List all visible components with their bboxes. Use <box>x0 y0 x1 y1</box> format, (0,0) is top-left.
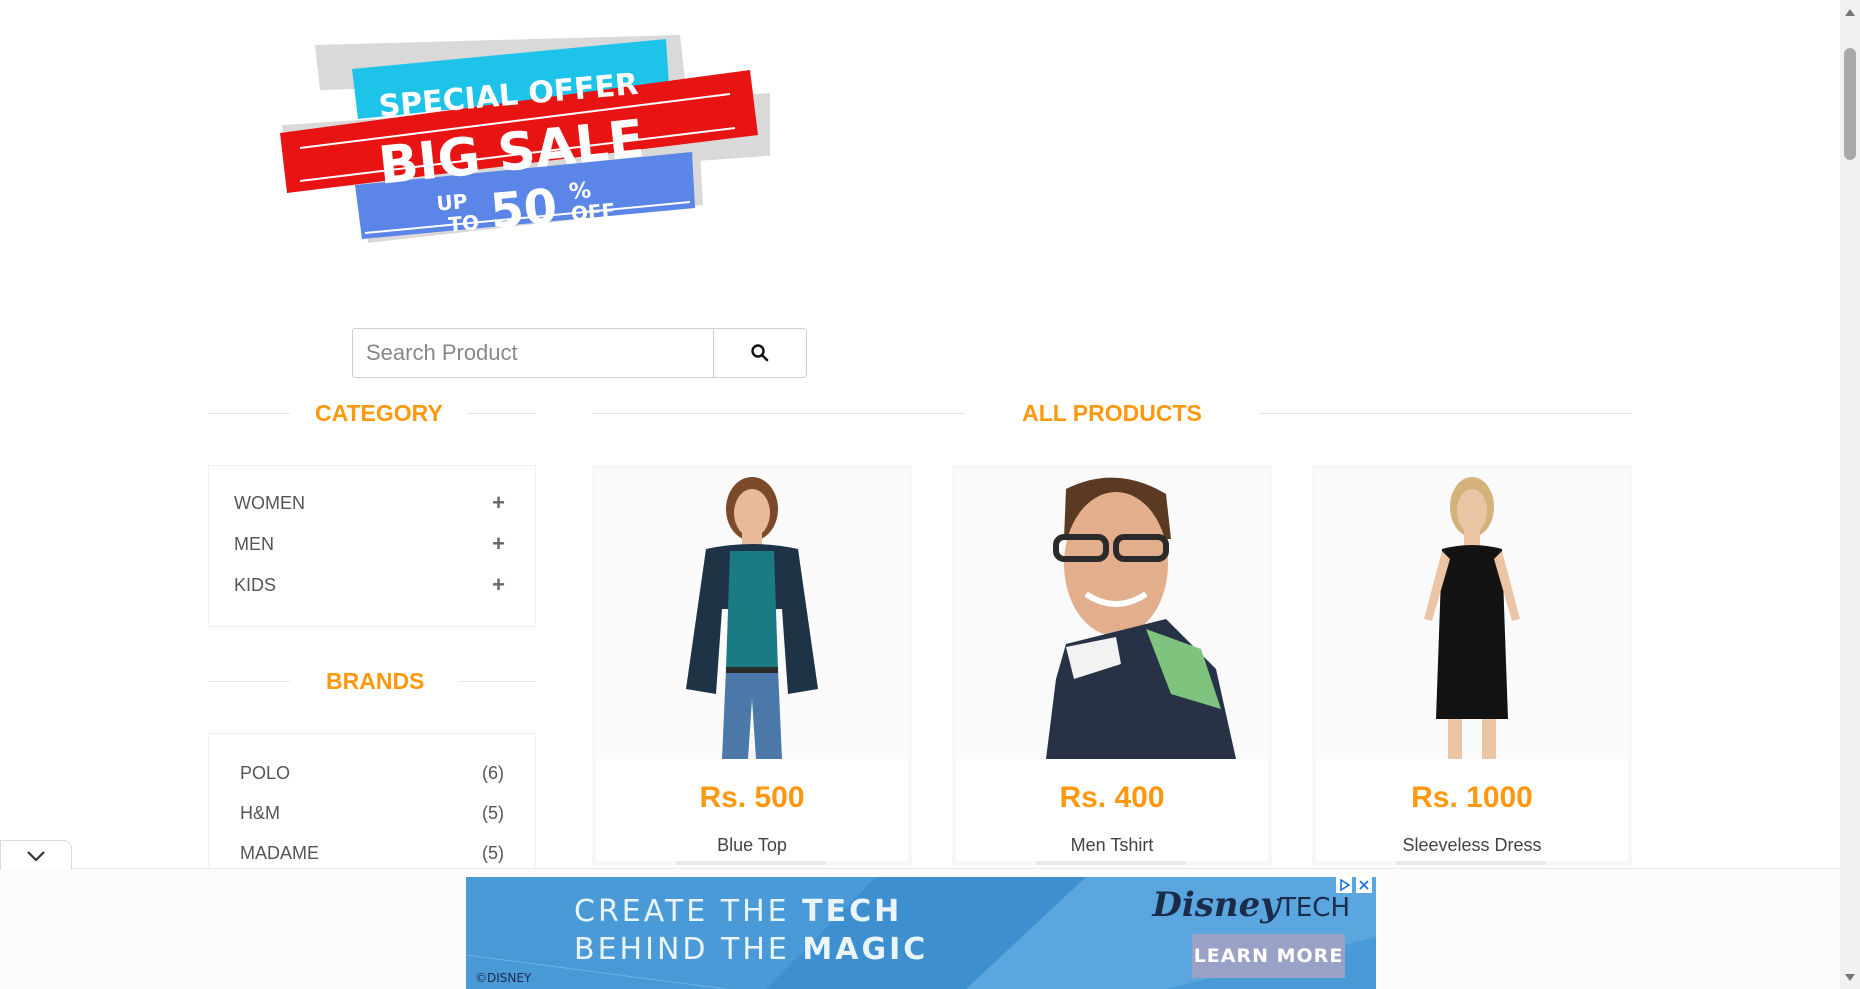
category-item-kids[interactable]: KIDS + <box>234 571 505 599</box>
scroll-down-arrow[interactable] <box>1840 969 1860 985</box>
product-image-sleeveless-dress[interactable] <box>1316 469 1628 759</box>
product-price: Rs. 500 <box>699 781 805 814</box>
brand-label: H&M <box>240 802 280 823</box>
ad-headline-1b: TECH <box>802 894 903 929</box>
close-icon <box>1359 880 1369 890</box>
category-label: MEN <box>234 533 274 554</box>
plus-icon[interactable]: + <box>492 574 505 596</box>
ad-headline-2b: MAGIC <box>802 932 929 967</box>
ad-headline-2a: BEHIND THE <box>574 932 803 967</box>
brands-heading: BRANDS <box>208 668 536 695</box>
category-heading: CATEGORY <box>208 400 536 427</box>
category-label: KIDS <box>234 574 277 595</box>
brand-item-polo[interactable]: POLO (6) <box>240 759 504 787</box>
all-products-heading: ALL PRODUCTS <box>592 400 1632 427</box>
add-to-cart-button[interactable] <box>676 861 826 865</box>
brand-count: (6) <box>482 762 504 783</box>
ad-headline-1a: CREATE THE <box>574 894 803 929</box>
product-name: Blue Top <box>717 835 787 855</box>
search-icon <box>751 344 769 362</box>
banner-off: OFF <box>570 198 616 226</box>
banner-percent: 50 <box>488 178 559 240</box>
product-price: Rs. 1000 <box>1411 781 1533 814</box>
divider <box>460 681 536 682</box>
brand-count: (5) <box>482 802 504 823</box>
product-price: Rs. 400 <box>1059 781 1165 814</box>
special-offer-banner[interactable]: SPECIAL OFFER BIG SALE UP TO 50 % OFF <box>270 25 780 250</box>
triangle-up-icon <box>1845 8 1855 16</box>
ad-brand-name: Disney <box>1152 885 1280 925</box>
vertical-scrollbar[interactable] <box>1840 0 1860 989</box>
all-products-title: ALL PRODUCTS <box>1022 400 1202 426</box>
chevron-down-icon <box>27 850 45 862</box>
triangle-down-icon <box>1845 973 1855 981</box>
ad-brand-suffix: TECH <box>1279 893 1350 923</box>
divider <box>467 413 536 414</box>
ad-choices-icon[interactable] <box>1336 877 1352 893</box>
ad-copyright: ©DISNEY <box>475 971 532 985</box>
learn-more-button[interactable]: LEARN MORE <box>1192 934 1345 978</box>
brand-item-hm[interactable]: H&M (5) <box>240 799 504 827</box>
banner-graphic: SPECIAL OFFER BIG SALE UP TO 50 % OFF <box>280 35 780 243</box>
ad-controls <box>1336 877 1372 893</box>
product-card[interactable]: Rs. 400 Men Tshirt <box>952 465 1272 865</box>
ad-banner[interactable]: CREATE THE TECH BEHIND THE MAGIC DisneyT… <box>466 877 1376 989</box>
plus-icon[interactable]: + <box>492 492 505 514</box>
brands-title: BRANDS <box>326 668 425 694</box>
woman-figure-graphic <box>596 469 908 759</box>
ad-brand-logo: DisneyTECH <box>1152 885 1350 925</box>
plus-icon[interactable]: + <box>492 533 505 555</box>
divider <box>1259 413 1632 414</box>
product-card[interactable]: Rs. 500 Blue Top <box>592 465 912 865</box>
play-triangle-icon <box>1340 879 1350 891</box>
category-item-men[interactable]: MEN + <box>234 530 505 558</box>
brands-panel: POLO (6) H&M (5) MADAME (5) <box>208 733 536 873</box>
category-item-women[interactable]: WOMEN + <box>234 489 505 517</box>
search-input[interactable] <box>352 328 714 378</box>
page: SPECIAL OFFER BIG SALE UP TO 50 % OFF Se… <box>0 0 1860 989</box>
brand-count: (5) <box>482 842 504 863</box>
product-name: Sleeveless Dress <box>1402 835 1542 855</box>
ad-headline: CREATE THE TECH BEHIND THE MAGIC <box>574 893 928 969</box>
category-title: CATEGORY <box>315 400 443 426</box>
product-image-blue-top[interactable] <box>596 469 908 759</box>
product-image-men-tshirt[interactable] <box>956 469 1268 759</box>
woman-dress-graphic <box>1316 469 1628 759</box>
category-panel: WOMEN + MEN + KIDS + <box>208 465 536 627</box>
divider <box>208 681 290 682</box>
add-to-cart-button[interactable] <box>1036 861 1186 865</box>
category-label: WOMEN <box>234 492 305 513</box>
search-bar <box>352 328 807 378</box>
scroll-up-arrow[interactable] <box>1840 4 1860 20</box>
search-button[interactable] <box>713 328 807 378</box>
product-name: Men Tshirt <box>1070 835 1154 855</box>
banner-to: TO <box>447 210 480 237</box>
ad-collapse-button[interactable] <box>0 840 72 870</box>
divider <box>208 413 290 414</box>
scroll-thumb[interactable] <box>1844 48 1856 160</box>
brand-label: POLO <box>240 762 291 783</box>
man-figure-graphic <box>956 469 1268 759</box>
brand-label: MADAME <box>240 842 320 863</box>
divider <box>592 413 965 414</box>
add-to-cart-button[interactable] <box>1396 861 1546 865</box>
brand-item-madame[interactable]: MADAME (5) <box>240 839 504 867</box>
ad-close-icon[interactable] <box>1356 877 1372 893</box>
product-card[interactable]: Rs. 1000 Sleeveless Dress <box>1312 465 1632 865</box>
